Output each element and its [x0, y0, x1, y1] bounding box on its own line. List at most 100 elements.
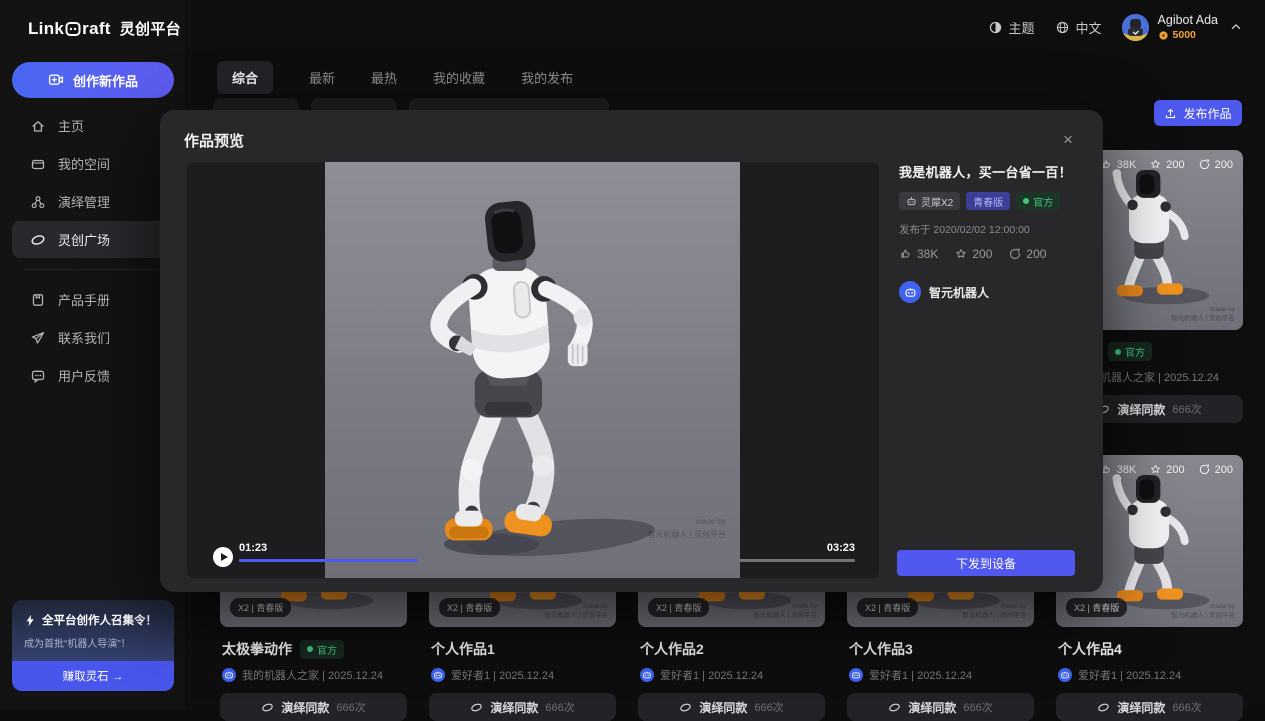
brand-logo: Link raft 灵创平台 [28, 18, 181, 39]
video-frame: made by 智元机器人 | 灵创平台 [325, 162, 740, 578]
author-avatar [899, 281, 921, 303]
theme-toggle[interactable]: 主题 [988, 18, 1035, 37]
tab-comprehensive[interactable]: 综合 [217, 61, 273, 94]
shares-stat: 200 [1198, 158, 1233, 171]
robot-avatar-icon [433, 670, 443, 680]
model-badge: X2 | 青春版 [648, 598, 709, 617]
tab-hottest[interactable]: 最热 [371, 61, 397, 94]
folder-icon [30, 156, 46, 172]
model-badge: X2 | 青春版 [1066, 598, 1127, 617]
user-menu[interactable]: Agibot Ada 5000 [1122, 13, 1243, 42]
header-actions: 主题 中文 Agibot Ada 5000 [988, 13, 1244, 42]
edition-tag: 青春版 [966, 192, 1010, 210]
shares-stat: 200 [1198, 463, 1233, 476]
user-coins: 5000 [1158, 29, 1218, 42]
work-preview-modal: 作品预览 × made by 智元机器人 | 灵创平台 01:23 03:23 … [160, 110, 1103, 592]
card-author-line[interactable]: 爱好者1 | 2025.12.24 [847, 667, 1034, 683]
avatar[interactable] [1122, 14, 1149, 41]
official-badge: 官方 [1108, 342, 1152, 361]
official-dot-icon [1115, 349, 1121, 355]
perform-same-button[interactable]: 演绎同款 666次 [429, 693, 616, 721]
loop-icon [888, 701, 901, 714]
work-title: 我是机器人，买一台省一百！ [899, 162, 1091, 181]
made-by-watermark: made by 智元机器人 | 灵创平台 [753, 602, 817, 622]
author-avatar [222, 668, 236, 682]
publish-date: 发布于 2020/02/02 12:00:00 [899, 222, 1091, 237]
perform-same-button[interactable]: 演绎同款 666次 [638, 693, 825, 721]
author-avatar [640, 668, 654, 682]
sidebar-divider [24, 269, 161, 270]
modal-title: 作品预览 [184, 130, 244, 151]
stars-stat[interactable]: 200 [954, 247, 992, 261]
chevron-up-icon[interactable] [1229, 20, 1243, 34]
theme-icon [988, 20, 1003, 35]
app-root: Link raft 灵创平台 创作新作品 主页 我的空间 演绎管理 灵创广场 [0, 0, 1265, 710]
create-video-icon [48, 72, 64, 88]
promo-body: 全平台创作人召集令！ 成为首批“机器人导演”！ [12, 600, 174, 661]
publish-work-button[interactable]: 发布作品 [1154, 100, 1242, 126]
work-author[interactable]: 智元机器人 [899, 281, 1091, 303]
create-work-label: 创作新作品 [73, 71, 138, 90]
likes-stat: 38K [1100, 158, 1137, 171]
robot-avatar-icon [1060, 670, 1070, 680]
perform-same-button[interactable]: 演绎同款 666次 [220, 693, 407, 721]
lightning-icon [24, 614, 37, 627]
made-by-watermark: made by 智元机器人 | 灵创平台 [544, 602, 608, 622]
work-stats: 38K 200 200 [899, 247, 1091, 261]
robot-avatar-icon [904, 286, 917, 299]
sidebar-item-creation-plaza[interactable]: 灵创广场 [12, 221, 173, 258]
loop-icon [30, 232, 46, 248]
card-author-line[interactable]: 我的机器人之家 | 2025.12.24 [220, 667, 407, 683]
progress-fill [239, 559, 418, 562]
total-time: 03:23 [827, 542, 855, 554]
tab-my-favorites[interactable]: 我的收藏 [433, 61, 485, 94]
likes-stat[interactable]: 38K [899, 247, 938, 261]
perform-same-button[interactable]: 演绎同款 666次 [847, 693, 1034, 721]
card-author-line[interactable]: 爱好者1 | 2025.12.24 [429, 667, 616, 683]
sidebar-item-performance-management[interactable]: 演绎管理 [12, 183, 173, 220]
language-switcher[interactable]: 中文 [1055, 18, 1102, 37]
brand-part2: raft [82, 19, 111, 39]
book-icon [30, 292, 46, 308]
official-tag: 官方 [1016, 192, 1060, 210]
share-icon [1198, 158, 1211, 171]
official-dot-icon [307, 646, 313, 652]
sidebar-item-contact-us[interactable]: 联系我们 [12, 319, 173, 356]
share-icon [1198, 463, 1211, 476]
tab-newest[interactable]: 最新 [309, 61, 335, 94]
sidebar-item-my-space[interactable]: 我的空间 [12, 145, 173, 182]
user-name: Agibot Ada [1158, 13, 1218, 29]
card-title: 个人作品4 [1058, 639, 1122, 659]
work-detail-panel: 我是机器人，买一台省一百！ 灵犀X2 青春版 官方 发布于 2020/02/02… [899, 162, 1091, 303]
stars-stat: 200 [1149, 463, 1184, 476]
avatar-image [1122, 14, 1149, 41]
tab-my-posts[interactable]: 我的发布 [521, 61, 573, 94]
creator-promo-card: 全平台创作人召集令！ 成为首批“机器人导演”！ 赚取灵石 → [12, 600, 174, 691]
close-icon[interactable]: × [1059, 126, 1077, 154]
earn-gems-button[interactable]: 赚取灵石 → [12, 661, 174, 691]
robot-head-icon [906, 196, 917, 207]
card-title: 太极拳动作 [222, 639, 292, 659]
model-tag: 灵犀X2 [899, 192, 960, 210]
model-badge: X2 | 青春版 [230, 598, 291, 617]
shares-stat[interactable]: 200 [1008, 247, 1046, 261]
brand-zh: 灵创平台 [120, 18, 181, 39]
model-badge: X2 | 青春版 [857, 598, 918, 617]
promo-headline: 全平台创作人召集令！ [24, 612, 162, 628]
create-work-button[interactable]: 创作新作品 [12, 62, 174, 98]
send-to-device-button[interactable]: 下发到设备 [897, 550, 1075, 576]
upload-icon [1164, 107, 1177, 120]
sidebar-item-user-feedback[interactable]: 用户反馈 [12, 357, 173, 394]
home-icon [30, 118, 46, 134]
progress-bar[interactable] [239, 559, 855, 562]
sidebar-item-product-manual[interactable]: 产品手册 [12, 281, 173, 318]
card-author-line[interactable]: 爱好者1 | 2025.12.24 [1056, 667, 1243, 683]
card-author-line[interactable]: 爱好者1 | 2025.12.24 [638, 667, 825, 683]
brand-part1: Link [28, 19, 64, 39]
video-player[interactable]: made by 智元机器人 | 灵创平台 01:23 03:23 [187, 162, 879, 578]
perform-same-button[interactable]: 演绎同款 666次 [1056, 693, 1243, 721]
play-button[interactable] [213, 547, 233, 567]
robot-video-image [356, 176, 696, 572]
robot-avatar-icon [642, 670, 652, 680]
sidebar-item-home[interactable]: 主页 [12, 107, 173, 144]
